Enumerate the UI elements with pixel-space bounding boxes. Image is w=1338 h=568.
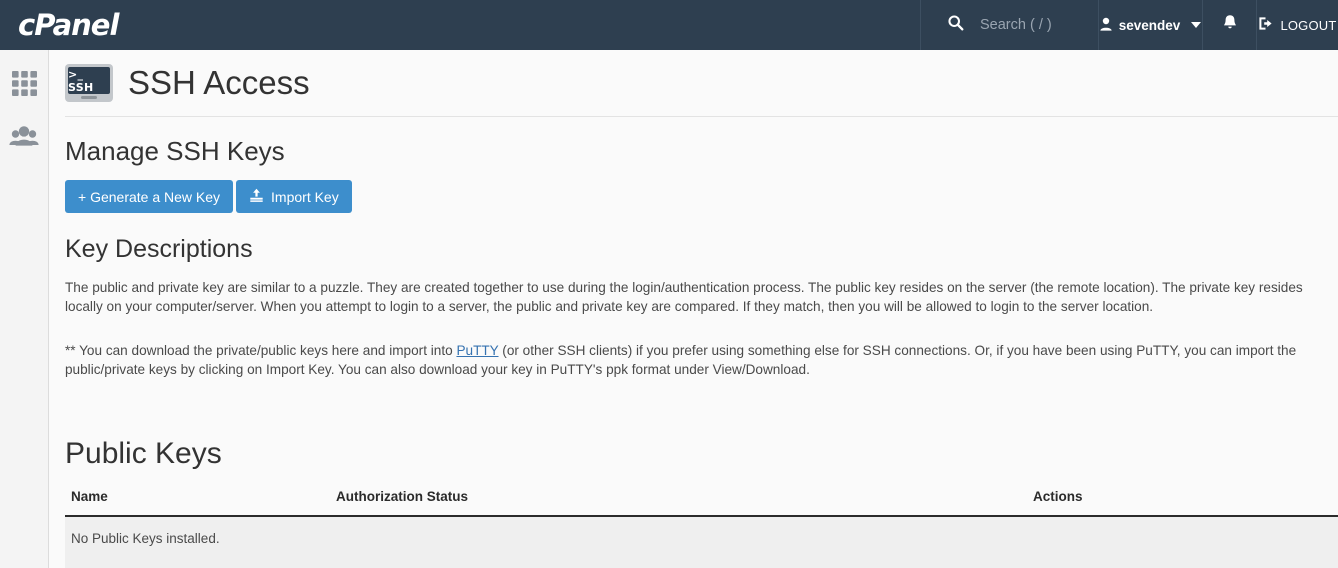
users-icon xyxy=(9,125,39,152)
left-sidebar xyxy=(0,50,49,568)
apps-grid-icon xyxy=(11,70,38,102)
monitor-stand xyxy=(81,96,97,99)
table-header-row: Name Authorization Status Actions xyxy=(65,489,1338,517)
sidebar-item-user-manager[interactable] xyxy=(0,112,48,164)
import-key-button[interactable]: Import Key xyxy=(236,180,352,213)
sidebar-item-apps[interactable] xyxy=(0,60,48,112)
key-actions-toolbar: + Generate a New Key Import Key xyxy=(65,180,1338,213)
public-keys-table: Name Authorization Status Actions No Pub… xyxy=(65,489,1338,568)
empty-state-message: No Public Keys installed. xyxy=(65,516,1338,568)
column-header-name: Name xyxy=(65,489,330,517)
user-name: sevendev xyxy=(1118,17,1181,33)
header-divider xyxy=(65,116,1338,117)
logout-label: LOGOUT xyxy=(1280,17,1337,33)
key-descriptions-paragraph-2: ** You can download the private/public k… xyxy=(65,341,1335,379)
table-header: Name Authorization Status Actions xyxy=(65,489,1338,517)
page-title: SSH Access xyxy=(128,64,310,101)
top-header: cPanel Search ( / ) sevendev LOGOUT xyxy=(0,0,1338,50)
table-row: No Public Keys installed. xyxy=(65,516,1338,568)
key-descriptions-heading: Key Descriptions xyxy=(65,235,253,263)
import-upload-icon xyxy=(249,188,264,206)
logout-button[interactable]: LOGOUT xyxy=(1256,0,1338,50)
bell-icon xyxy=(1222,14,1238,36)
main-content: >_ SSH SSH Access Manage SSH Keys + Gene… xyxy=(50,50,1338,568)
column-header-authorization-status: Authorization Status xyxy=(330,489,1027,517)
paragraph-2-pre: ** You can download the private/public k… xyxy=(65,343,457,358)
brand-area: cPanel xyxy=(0,0,920,50)
ssh-terminal-icon: >_ SSH xyxy=(65,64,113,102)
cpanel-logo[interactable]: cPanel xyxy=(18,8,119,42)
notifications-button[interactable] xyxy=(1202,0,1256,50)
ssh-icon-label: >_ SSH xyxy=(68,67,110,94)
search-box[interactable]: Search ( / ) xyxy=(920,0,1098,50)
table-body: No Public Keys installed. xyxy=(65,516,1338,568)
manage-ssh-keys-heading: Manage SSH Keys xyxy=(65,136,285,166)
chevron-down-icon xyxy=(1191,22,1202,28)
page-header: >_ SSH SSH Access xyxy=(50,50,1338,102)
key-descriptions-paragraph-1: The public and private key are similar t… xyxy=(65,280,1303,314)
generate-key-label: + Generate a New Key xyxy=(78,188,221,205)
user-menu[interactable]: sevendev xyxy=(1098,0,1202,50)
public-keys-heading: Public Keys xyxy=(65,437,222,470)
column-header-actions: Actions xyxy=(1027,489,1338,517)
search-input[interactable]: Search ( / ) xyxy=(980,17,1052,33)
user-icon xyxy=(1100,17,1112,34)
generate-new-key-button[interactable]: + Generate a New Key xyxy=(65,180,234,213)
import-key-label: Import Key xyxy=(271,188,339,205)
sign-out-icon xyxy=(1258,16,1274,34)
search-icon xyxy=(947,14,964,36)
putty-link[interactable]: PuTTY xyxy=(456,343,498,358)
